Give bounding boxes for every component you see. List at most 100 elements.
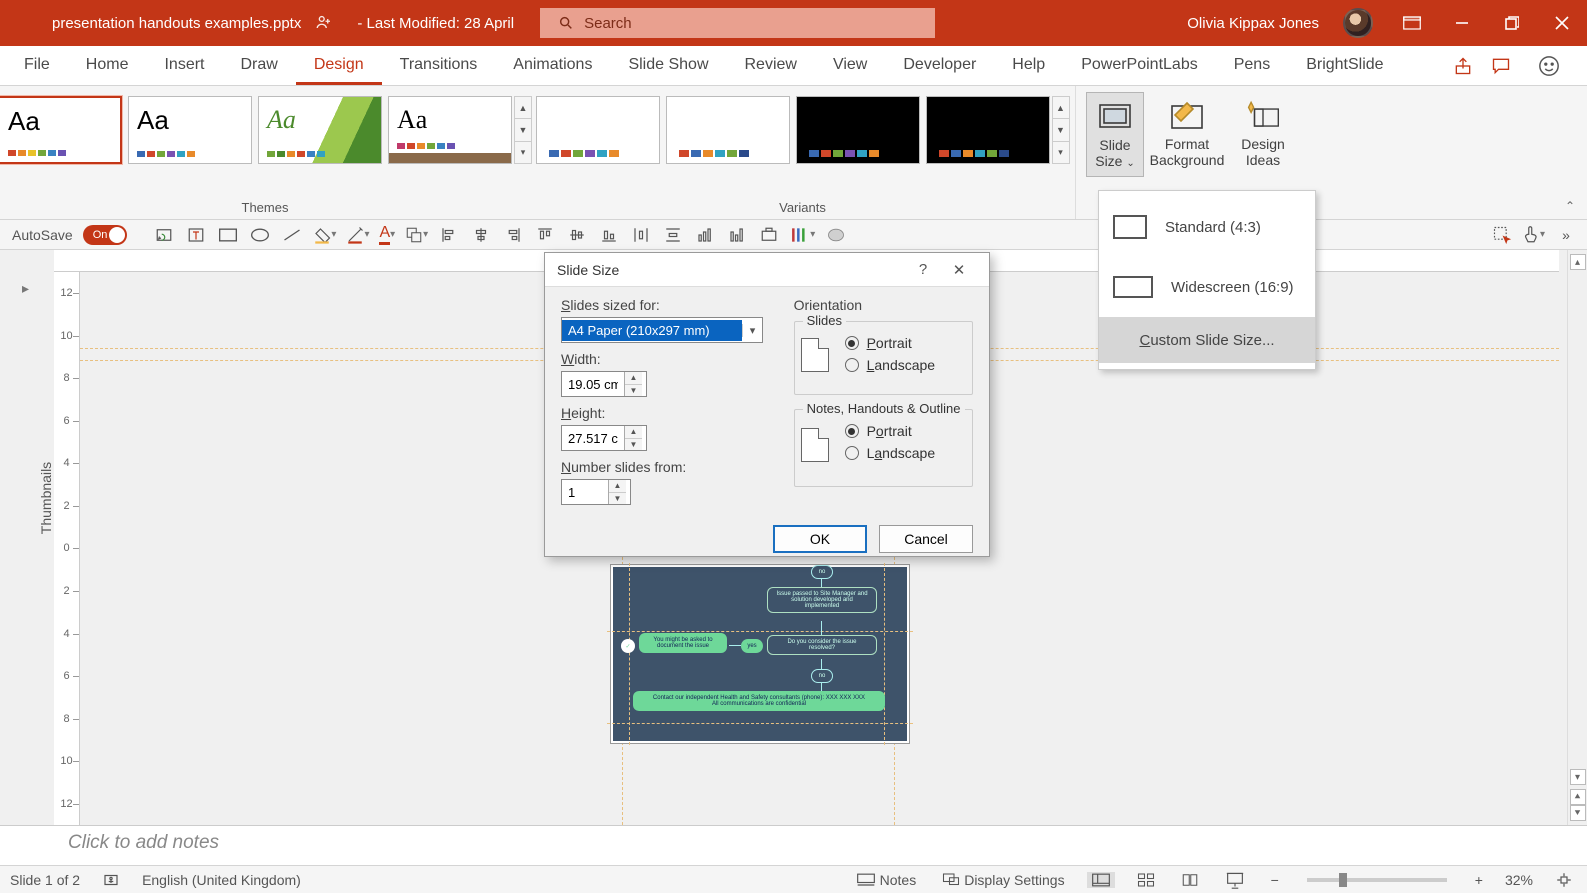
view-reading[interactable] xyxy=(1177,872,1203,888)
number-input[interactable] xyxy=(562,480,608,504)
tab-file[interactable]: File xyxy=(6,48,68,85)
qat-select-icon[interactable] xyxy=(1492,224,1512,246)
tab-review[interactable]: Review xyxy=(727,48,815,85)
ribbon-display-button[interactable] xyxy=(1387,0,1437,46)
tab-design[interactable]: Design xyxy=(296,48,382,85)
feedback-button[interactable] xyxy=(1535,52,1563,80)
share-button[interactable] xyxy=(1449,52,1477,80)
tab-home[interactable]: Home xyxy=(68,48,147,85)
tab-brightslide[interactable]: BrightSlide xyxy=(1288,48,1401,85)
menu-widescreen[interactable]: Widescreen (16:9) xyxy=(1099,257,1315,317)
height-input[interactable] xyxy=(562,426,624,450)
slide-preview[interactable]: no Issue passed to Site Manager and solu… xyxy=(610,564,910,744)
qat-distribute-h-icon[interactable] xyxy=(630,224,652,246)
view-normal[interactable] xyxy=(1087,872,1115,888)
minimize-button[interactable] xyxy=(1437,0,1487,46)
qat-align-top-icon[interactable] xyxy=(534,224,556,246)
number-spinner[interactable]: ▲▼ xyxy=(561,479,631,505)
height-spinner[interactable]: ▲▼ xyxy=(561,425,647,451)
zoom-slider[interactable] xyxy=(1307,878,1447,882)
theme-tile-3[interactable]: Aa xyxy=(258,96,382,164)
tab-draw[interactable]: Draw xyxy=(222,48,295,85)
tab-transitions[interactable]: Transitions xyxy=(382,48,496,85)
tab-view[interactable]: View xyxy=(815,48,885,85)
width-down[interactable]: ▼ xyxy=(625,385,642,397)
tab-powerpointlabs[interactable]: PowerPointLabs xyxy=(1063,48,1216,85)
close-button[interactable] xyxy=(1537,0,1587,46)
scroll-down[interactable]: ▼ xyxy=(515,119,531,141)
variant-1[interactable] xyxy=(536,96,660,164)
tab-help[interactable]: Help xyxy=(994,48,1063,85)
scroll-up[interactable]: ▴ xyxy=(1570,254,1586,270)
scroll-up[interactable]: ▲ xyxy=(515,97,531,119)
accessibility-icon[interactable] xyxy=(98,871,124,889)
scroll-up[interactable]: ▲ xyxy=(1053,97,1069,119)
height-up[interactable]: ▲ xyxy=(625,426,642,439)
variants-scroll[interactable]: ▲▼▾ xyxy=(1052,96,1070,164)
design-ideas-button[interactable]: Design Ideas xyxy=(1230,92,1296,177)
tab-developer[interactable]: Developer xyxy=(885,48,994,85)
qat-align-right-icon[interactable] xyxy=(502,224,524,246)
qat-line-icon[interactable] xyxy=(281,224,303,246)
qat-refresh-icon[interactable] xyxy=(153,224,175,246)
tab-insert[interactable]: Insert xyxy=(146,48,222,85)
width-input[interactable] xyxy=(562,372,624,396)
user-avatar[interactable] xyxy=(1343,8,1373,38)
fit-to-window[interactable] xyxy=(1551,871,1577,889)
chevron-down-icon[interactable]: ▾ xyxy=(742,324,762,337)
qat-textbox-icon[interactable] xyxy=(185,224,207,246)
qat-align-left-icon[interactable] xyxy=(438,224,460,246)
prev-slide[interactable]: ⯅ xyxy=(1570,789,1586,805)
qat-screenshot-icon[interactable] xyxy=(758,224,780,246)
dialog-close[interactable]: ✕ xyxy=(941,261,977,279)
tab-pens[interactable]: Pens xyxy=(1216,48,1288,85)
notes-pane[interactable]: Click to add notes xyxy=(0,825,1587,865)
number-up[interactable]: ▲ xyxy=(609,480,626,493)
language-label[interactable]: English (United Kingdom) xyxy=(142,872,301,888)
qat-oval-icon[interactable] xyxy=(249,224,271,246)
qat-arrange-icon[interactable]: ▾ xyxy=(405,226,428,244)
scroll-down[interactable]: ▾ xyxy=(1570,769,1586,785)
zoom-in[interactable]: + xyxy=(1471,872,1487,888)
qat-align-bottom-icon[interactable] xyxy=(598,224,620,246)
menu-custom-size[interactable]: Custom Slide Size... xyxy=(1099,317,1315,363)
width-spinner[interactable]: ▲▼ xyxy=(561,371,647,397)
theme-tile-2[interactable]: Aa xyxy=(128,96,252,164)
ok-button[interactable]: OK xyxy=(773,525,867,553)
tab-animations[interactable]: Animations xyxy=(495,48,610,85)
qat-distribute-v-icon[interactable] xyxy=(662,224,684,246)
slides-sized-for-select[interactable]: A4 Paper (210x297 mm) ▾ xyxy=(561,317,763,343)
display-settings[interactable]: Display Settings xyxy=(938,872,1068,888)
number-down[interactable]: ▼ xyxy=(609,493,626,505)
cancel-button[interactable]: Cancel xyxy=(879,525,973,553)
slide-size-button[interactable]: Slide Size ⌄ xyxy=(1086,92,1144,177)
collapse-ribbon[interactable]: ⌃ xyxy=(1565,199,1575,213)
height-down[interactable]: ▼ xyxy=(625,439,642,451)
qat-touch-icon[interactable]: ▾ xyxy=(1522,224,1545,246)
qat-chart-icon[interactable] xyxy=(694,224,716,246)
qat-chart2-icon[interactable] xyxy=(726,224,748,246)
qat-align-center-h-icon[interactable] xyxy=(470,224,492,246)
format-background-button[interactable]: Format Background xyxy=(1144,92,1230,177)
zoom-label[interactable]: 32% xyxy=(1505,872,1533,888)
scroll-down[interactable]: ▼ xyxy=(1053,119,1069,141)
notes-toggle[interactable]: Notes xyxy=(852,872,921,888)
dialog-help[interactable]: ? xyxy=(905,261,941,278)
tab-slideshow[interactable]: Slide Show xyxy=(610,48,726,85)
qat-fill-icon[interactable]: ▾ xyxy=(313,226,336,244)
qat-font-color-icon[interactable]: A▾ xyxy=(379,224,395,245)
view-sorter[interactable] xyxy=(1133,872,1159,888)
theme-tile-1[interactable]: Aa xyxy=(0,96,122,164)
width-up[interactable]: ▲ xyxy=(625,372,642,385)
thumbnails-expand[interactable]: ▸ xyxy=(22,280,29,297)
qat-rect-icon[interactable] xyxy=(217,224,239,246)
qat-outline-icon[interactable]: ▾ xyxy=(346,226,369,244)
search-box[interactable] xyxy=(540,8,935,38)
menu-standard[interactable]: Standard (4:3) xyxy=(1099,197,1315,257)
user-name[interactable]: Olivia Kippax Jones xyxy=(1187,15,1319,32)
theme-tile-4[interactable]: Aa xyxy=(388,96,512,164)
qat-overflow[interactable]: » xyxy=(1555,224,1577,246)
scroll-more[interactable]: ▾ xyxy=(1053,142,1069,163)
search-input[interactable] xyxy=(584,15,884,32)
maximize-button[interactable] xyxy=(1487,0,1537,46)
